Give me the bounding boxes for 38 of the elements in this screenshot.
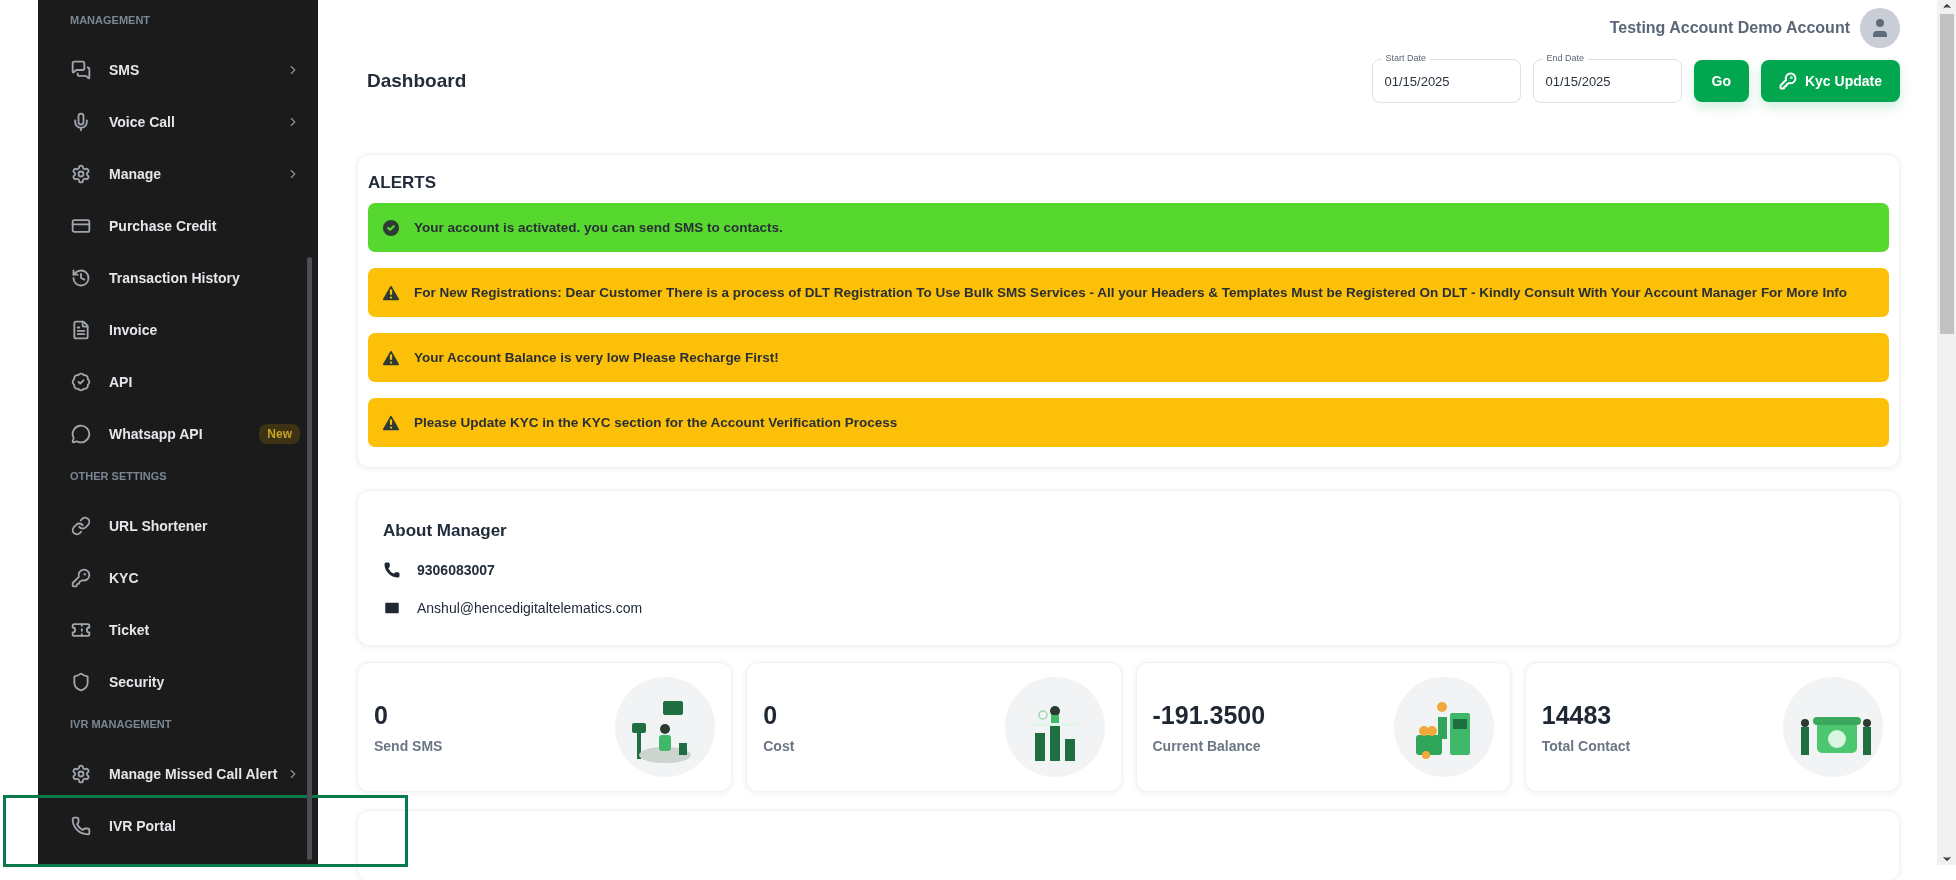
sidebar-item[interactable]: API — [38, 356, 318, 408]
new-badge: New — [259, 424, 300, 444]
user-name: Testing Account Demo Account — [1609, 19, 1850, 37]
stat-value: 14483 — [1541, 700, 1613, 730]
sidebar-item[interactable]: Invoice — [38, 304, 318, 356]
alert-text: Your account is activated. you can send SMS to contacts. — [414, 220, 783, 235]
sidebar-item[interactable]: IVR Portal — [38, 800, 318, 852]
sidebar-item[interactable]: URL Shortener — [38, 500, 318, 552]
stat-label: Cost — [763, 737, 795, 754]
sidebar-item[interactable]: Whatsapp API New — [38, 408, 318, 460]
section-heading: IVR MANAGEMENT — [69, 718, 173, 732]
alert-text: For New Registrations: Dear Customer There is a process of DLT Registration To Use Bulk SMS Services - All your Headers & Templates Must be Registered On DLT - Kindly Consult With Your Account Manager For More Info — [414, 285, 1848, 300]
stat-label: Total Contact — [1541, 737, 1631, 754]
sidebar-item[interactable]: Manage — [38, 148, 318, 200]
field-label: Start Date — [1381, 52, 1431, 64]
card-title: ALERTS — [368, 173, 437, 193]
stat-label: Send SMS — [374, 737, 443, 754]
field-label: End Date — [1542, 52, 1589, 64]
sidebar-item[interactable]: KYC — [38, 552, 318, 604]
phone-number: 9306083007 — [417, 562, 495, 578]
sidebar-item[interactable]: Ticket — [38, 604, 318, 656]
sidebar-item[interactable]: Transaction History — [38, 252, 318, 304]
alert-text: Please Update KYC in the KYC section for the Account Verification Process — [414, 415, 898, 430]
card-title: About Manager — [383, 521, 508, 541]
alert-text: Your Account Balance is very low Please Recharge First! — [414, 350, 779, 365]
stat-value: 0 — [763, 700, 779, 730]
page-title: Dashboard — [367, 70, 467, 92]
email-address: Anshul@hencedigitaltelematics.com — [417, 600, 643, 616]
stat-label: Current Balance — [1152, 737, 1262, 754]
sidebar-item[interactable]: Purchase Credit — [38, 200, 318, 252]
stat-value: 0 — [374, 700, 389, 730]
sidebar-item[interactable]: Voice Call — [38, 96, 318, 148]
stat-value: -191.3500 — [1152, 700, 1266, 730]
section-heading: OTHER SETTINGS — [69, 470, 168, 484]
sidebar-item[interactable]: Security — [38, 656, 318, 708]
sidebar-item[interactable]: SMS — [38, 44, 318, 96]
section-heading: MANAGEMENT — [69, 14, 152, 28]
sidebar-item[interactable]: Manage Missed Call Alert — [38, 748, 318, 800]
